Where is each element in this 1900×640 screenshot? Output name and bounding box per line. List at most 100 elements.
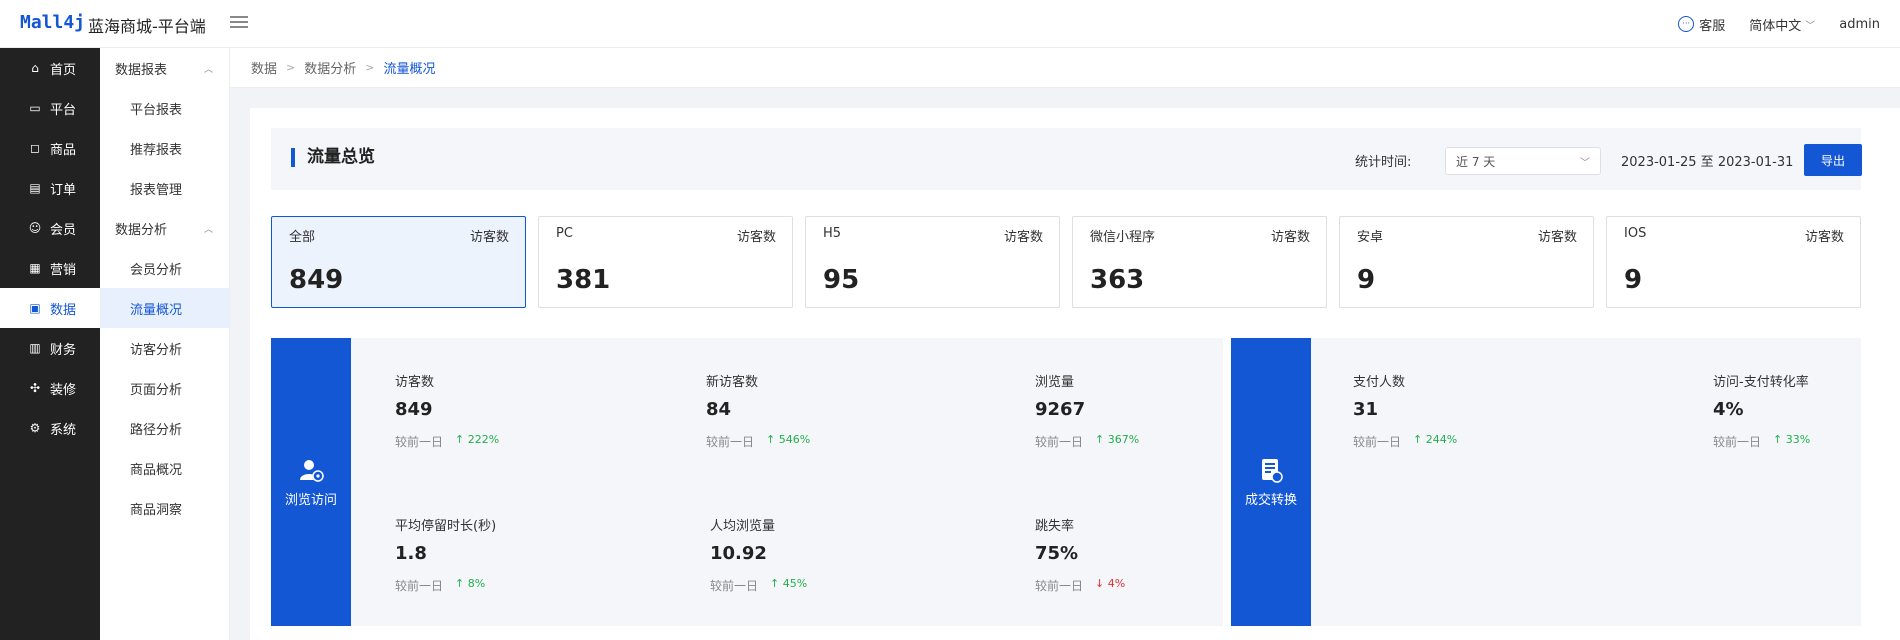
breadcrumb-item[interactable]: 数据 (251, 58, 277, 77)
sidebar-item-data[interactable]: ▣ 数据 (0, 288, 100, 328)
conversion-tag-label: 成交转换 (1244, 492, 1297, 508)
submenu-group-reports[interactable]: 数据报表 ︿ (100, 48, 229, 88)
channel-card-ios[interactable]: IOS 访客数 9 (1606, 216, 1861, 308)
metric-label: 支付人数 (1353, 375, 1406, 390)
sidebar-item-marketing[interactable]: ▦ 营销 (0, 248, 100, 288)
submenu-item-goods-overview[interactable]: 商品概况 (100, 448, 229, 488)
breadcrumb-current: 流量概况 (383, 62, 436, 77)
metric-value: 75% (1035, 543, 1079, 564)
metric-label: 浏览量 (1035, 375, 1075, 390)
channel-card-android[interactable]: 安卓 访客数 9 (1339, 216, 1594, 308)
sidebar-item-orders[interactable]: ▤ 订单 (0, 168, 100, 208)
metric-compare: 较前一日 ↑ 367% (1035, 433, 1139, 450)
metric-value: 1.8 (395, 543, 427, 564)
channel-card-pc[interactable]: PC 访客数 381 (538, 216, 793, 308)
metric-new-visitors: 新访客数 84 较前一日 ↑ 546% (706, 371, 810, 450)
user-menu[interactable]: admin (1839, 17, 1880, 32)
change-down: ↓ 4% (1095, 577, 1126, 590)
menu-toggle-icon[interactable] (230, 13, 248, 31)
submenu-item-goods-insight[interactable]: 商品洞察 (100, 488, 229, 528)
channel-name: 全部 (289, 230, 316, 245)
channel-value: 849 (289, 265, 344, 295)
language-label: 简体中文 (1749, 18, 1802, 34)
channel-metric: 访客数 (1270, 230, 1310, 245)
sidebar-item-platform[interactable]: ▭ 平台 (0, 88, 100, 128)
channel-metric: 访客数 (1804, 230, 1844, 245)
submenu-item-recommend-report[interactable]: 推荐报表 (100, 128, 229, 168)
chevron-right-icon: > (286, 61, 296, 74)
submenu-item-page-analysis[interactable]: 页面分析 (100, 368, 229, 408)
finance-icon: ▥ (29, 341, 41, 355)
metric-conversion-rate: 访问-支付转化率 4% 较前一日 ↑ 33% (1713, 371, 1810, 450)
channel-name: 微信小程序 (1090, 230, 1156, 245)
compare-label: 较前一日 (1713, 435, 1762, 449)
submenu-item-member-analysis[interactable]: 会员分析 (100, 248, 229, 288)
user-view-icon (300, 459, 324, 482)
main-content: 流量总览 统计时间: 近 7 天 ﹀ 2023-01-25 至 2023-01-… (250, 108, 1900, 640)
language-select[interactable]: 简体中文 ﹀ (1749, 15, 1815, 34)
compare-label: 较前一日 (1353, 435, 1402, 449)
chart-icon: ▣ (29, 301, 41, 315)
period-select[interactable]: 近 7 天 ﹀ (1445, 147, 1601, 175)
sidebar-item-label: 装修 (50, 382, 77, 398)
channel-card-all[interactable]: 全部 访客数 849 (271, 216, 526, 308)
sidebar-item-members[interactable]: ☺ 会员 (0, 208, 100, 248)
metric-compare: 较前一日 ↑ 8% (395, 577, 496, 594)
browse-panel: 浏览访问 访客数 849 较前一日 ↑ 222% 新访客数 84 较前一日 ↑ 54… (271, 338, 1223, 626)
channel-metric: 访客数 (736, 230, 776, 245)
overview-header: 流量总览 统计时间: 近 7 天 ﹀ 2023-01-25 至 2023-01-… (271, 128, 1862, 190)
submenu-item-visitor-analysis[interactable]: 访客分析 (100, 328, 229, 368)
sidebar-item-decorate[interactable]: ✣ 装修 (0, 368, 100, 408)
monitor-icon: ▭ (29, 101, 41, 115)
sidebar-item-finance[interactable]: ▥ 财务 (0, 328, 100, 368)
chevron-right-icon: > (365, 61, 375, 74)
submenu-item-path-analysis[interactable]: 路径分析 (100, 408, 229, 448)
sub-menu: 数据报表 ︿ 平台报表 推荐报表 报表管理 数据分析 ︿ 会员分析 流量概况 访客分… (100, 48, 230, 640)
channel-metric: 访客数 (469, 230, 509, 245)
customer-service-button[interactable]: ··· 客服 (1678, 15, 1725, 34)
channel-metric: 访客数 (1003, 230, 1043, 245)
channel-card-miniprogram[interactable]: 微信小程序 访客数 363 (1072, 216, 1327, 308)
metric-compare: 较前一日 ↑ 33% (1713, 433, 1810, 450)
submenu-item-platform-report[interactable]: 平台报表 (100, 88, 229, 128)
channel-value: 363 (1090, 265, 1145, 295)
channel-name: IOS (1624, 226, 1647, 241)
channel-value: 381 (556, 265, 611, 295)
browse-tag: 浏览访问 (271, 338, 351, 626)
channel-name: PC (556, 226, 573, 241)
metric-compare: 较前一日 ↓ 4% (1035, 577, 1125, 594)
metric-label: 人均浏览量 (710, 519, 776, 534)
channel-value: 9 (1624, 265, 1643, 295)
metric-payers: 支付人数 31 较前一日 ↑ 244% (1353, 371, 1457, 450)
sidebar-item-home[interactable]: ⌂ 首页 (0, 48, 100, 88)
home-icon: ⌂ (31, 61, 39, 75)
group-label: 数据分析 (115, 222, 168, 238)
metric-value: 31 (1353, 399, 1379, 420)
breadcrumb-item[interactable]: 数据分析 (304, 58, 356, 77)
sidebar-item-goods[interactable]: ◻ 商品 (0, 128, 100, 168)
date-range: 2023-01-25 至 2023-01-31 (1621, 155, 1794, 170)
submenu-item-traffic-overview[interactable]: 流量概况 (100, 288, 229, 328)
channel-card-h5[interactable]: H5 访客数 95 (805, 216, 1060, 308)
sidebar-item-label: 会员 (50, 222, 77, 238)
submenu-group-analysis[interactable]: 数据分析 ︿ (100, 208, 229, 248)
top-header: Mall4j 蓝海商城-平台端 ··· 客服 简体中文 ﹀ admin (0, 0, 1900, 48)
metric-compare: 较前一日 ↑ 222% (395, 433, 499, 450)
metric-compare: 较前一日 ↑ 45% (710, 577, 807, 594)
channel-name: H5 (823, 226, 842, 241)
stat-time-label: 统计时间: (1355, 155, 1412, 170)
conversion-panel: 成交转换 支付人数 31 较前一日 ↑ 244% 访问-支付转化率 4% 较前一日… (1231, 338, 1861, 626)
change-up: ↑ 546% (766, 433, 811, 446)
export-button[interactable]: 导出 (1804, 144, 1862, 176)
sidebar-item-system[interactable]: ⚙ 系统 (0, 408, 100, 448)
metric-visitors: 访客数 849 较前一日 ↑ 222% (395, 371, 499, 450)
submenu-item-report-manage[interactable]: 报表管理 (100, 168, 229, 208)
channel-value: 95 (823, 265, 860, 295)
chevron-down-icon: ﹀ (1805, 20, 1816, 32)
compare-label: 较前一日 (395, 579, 444, 593)
document-icon (1262, 458, 1283, 483)
chat-icon: ··· (1678, 16, 1695, 32)
sidebar-item-label: 首页 (50, 62, 77, 78)
logo: Mall4j (20, 12, 86, 33)
metric-compare: 较前一日 ↑ 244% (1353, 433, 1457, 450)
